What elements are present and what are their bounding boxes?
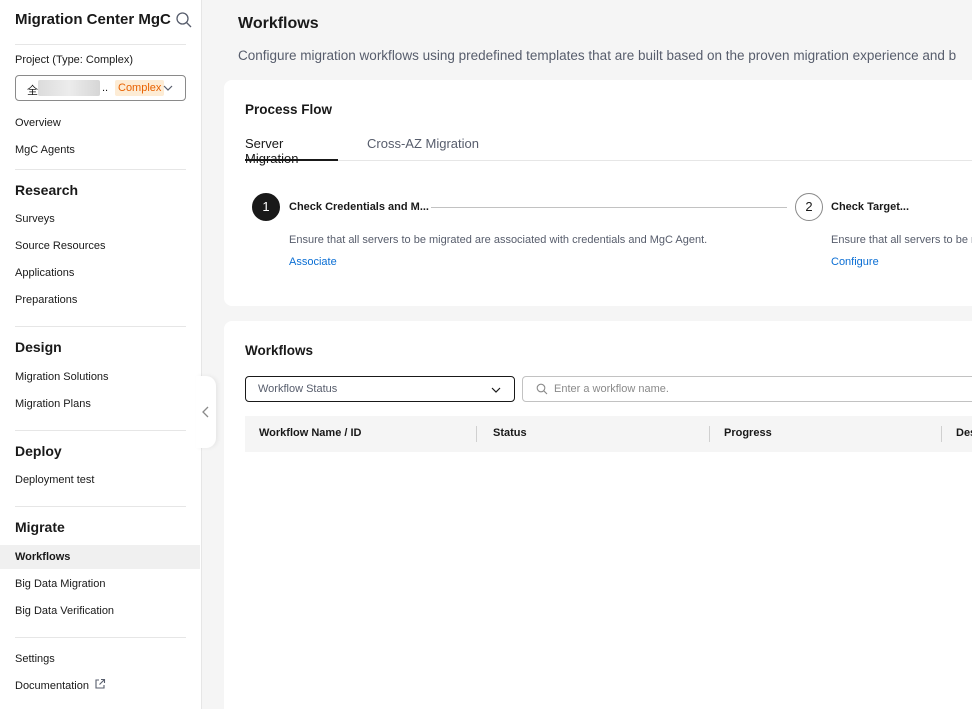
column-separator: [709, 426, 710, 442]
chevron-down-icon: [163, 85, 173, 91]
step-2-title: Check Target...: [831, 201, 910, 213]
step-2-indicator: 2: [795, 193, 823, 221]
workflow-table-header: Workflow Name / ID Status Progress Des: [245, 416, 972, 452]
page-title: Workflows: [238, 15, 319, 32]
sidebar-item-documentation[interactable]: Documentation: [0, 674, 200, 698]
sidebar-item-big-data-verification[interactable]: Big Data Verification: [0, 599, 200, 623]
process-flow-title: Process Flow: [245, 102, 333, 117]
tab-server-migration[interactable]: Server Migration: [245, 136, 338, 166]
sidebar-item-workflows[interactable]: Workflows: [0, 545, 200, 569]
step-connector: [431, 207, 787, 208]
column-description[interactable]: Des: [956, 427, 972, 439]
column-status[interactable]: Status: [493, 427, 527, 439]
divider: [15, 637, 186, 638]
divider: [15, 506, 186, 507]
project-type-badge: Complex: [115, 80, 165, 96]
sidebar-item-deployment-test[interactable]: Deployment test: [0, 468, 200, 492]
workflows-card: Workflows Workflow Status Workflow Name …: [224, 321, 972, 709]
section-migrate: Migrate: [15, 519, 65, 535]
tab-cross-az-migration[interactable]: Cross-AZ Migration: [367, 136, 479, 161]
search-icon: [536, 383, 548, 395]
sidebar-item-big-data-migration[interactable]: Big Data Migration: [0, 572, 200, 596]
chevron-left-icon: [202, 406, 209, 418]
divider: [15, 44, 186, 45]
process-flow-card: Process Flow Server Migration Cross-AZ M…: [224, 80, 972, 306]
sidebar-item-migration-solutions[interactable]: Migration Solutions: [0, 365, 200, 389]
sidebar-item-preparations[interactable]: Preparations: [0, 288, 200, 312]
step-1-indicator: 1: [252, 193, 280, 221]
sidebar-item-applications[interactable]: Applications: [0, 261, 200, 285]
sidebar-item-settings[interactable]: Settings: [0, 647, 200, 671]
sidebar: Migration Center MgC Project (Type: Comp…: [0, 0, 202, 709]
divider: [15, 169, 186, 170]
external-link-icon: [95, 678, 106, 689]
section-design: Design: [15, 339, 62, 355]
workflow-status-placeholder: Workflow Status: [258, 383, 338, 395]
project-value-suffix: ..: [102, 82, 109, 94]
associate-link[interactable]: Associate: [289, 256, 337, 268]
sidebar-item-migration-plans[interactable]: Migration Plans: [0, 392, 200, 416]
workflow-search[interactable]: [522, 376, 972, 402]
sidebar-item-overview[interactable]: Overview: [0, 111, 200, 135]
step-1-title: Check Credentials and M...: [289, 201, 429, 213]
column-separator: [941, 426, 942, 442]
configure-link[interactable]: Configure: [831, 256, 879, 268]
page-description: Configure migration workflows using pred…: [238, 48, 957, 63]
app-title: Migration Center MgC: [15, 11, 171, 28]
step-1-description: Ensure that all servers to be migrated a…: [289, 234, 708, 246]
divider: [15, 430, 186, 431]
collapse-sidebar-button[interactable]: [196, 376, 216, 448]
divider: [15, 326, 186, 327]
project-value-prefix: 全: [27, 85, 38, 97]
workflows-title: Workflows: [245, 343, 314, 358]
section-deploy: Deploy: [15, 443, 62, 459]
column-progress[interactable]: Progress: [724, 427, 772, 439]
documentation-label: Documentation: [15, 680, 89, 692]
column-separator: [476, 426, 477, 442]
chevron-down-icon: [491, 387, 501, 393]
workflow-status-filter[interactable]: Workflow Status: [245, 376, 515, 402]
project-label: Project (Type: Complex): [15, 54, 133, 66]
search-icon[interactable]: [175, 11, 193, 29]
section-research: Research: [15, 182, 79, 198]
sidebar-item-mgc-agents[interactable]: MgC Agents: [0, 138, 200, 162]
workflow-search-input[interactable]: [554, 381, 954, 397]
process-flow-tabs: Server Migration Cross-AZ Migration: [245, 136, 972, 166]
project-name-redacted: [38, 80, 100, 96]
sidebar-item-source-resources[interactable]: Source Resources: [0, 234, 200, 258]
column-workflow-name[interactable]: Workflow Name / ID: [259, 427, 361, 439]
project-select[interactable]: 全 .. Complex: [15, 75, 186, 101]
step-2-description: Ensure that all servers to be m: [831, 234, 972, 246]
sidebar-item-surveys[interactable]: Surveys: [0, 207, 200, 231]
